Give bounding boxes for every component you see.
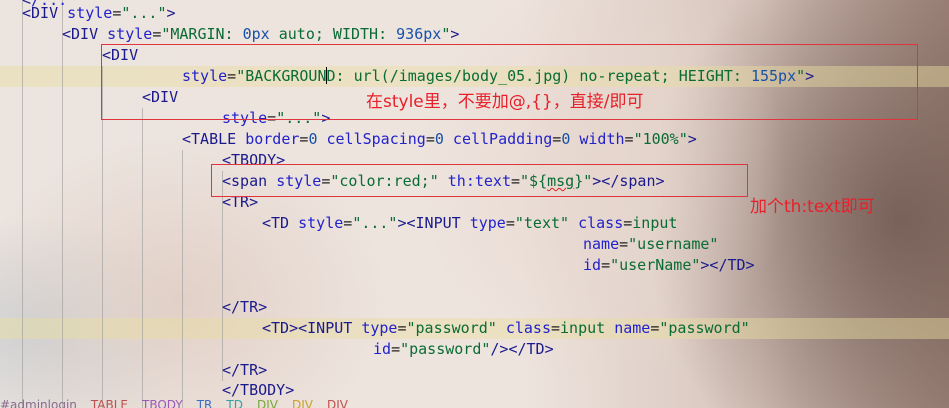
indent-guide: [182, 150, 183, 408]
tag-close: ></TD>: [700, 256, 755, 274]
tag-close: >: [166, 4, 176, 22]
annotation-note-thtext: 加个th:text即可: [750, 197, 875, 217]
equals: =: [391, 340, 401, 358]
value: "...": [121, 4, 167, 22]
equals: =: [601, 256, 611, 274]
code-line: <TD><INPUT type="password" class=input n…: [262, 318, 750, 339]
value: "MARGIN:: [161, 25, 243, 43]
attr: style: [67, 4, 113, 22]
value: ": [441, 25, 451, 43]
value: "password": [659, 319, 750, 337]
indent-guide: [22, 0, 23, 408]
equals: =: [623, 214, 633, 232]
number: 0: [561, 130, 571, 148]
value: "text": [514, 214, 570, 232]
attr: style: [107, 25, 153, 43]
breadcrumb: #adminlogin TABLE TBODY TR TD DIV DIV DIV: [0, 398, 949, 408]
attr: name: [583, 235, 620, 253]
value: "userName": [610, 256, 701, 274]
breadcrumb-item[interactable]: TBODY: [142, 398, 183, 408]
number: 0px: [242, 25, 270, 43]
equals: =: [425, 130, 435, 148]
attr: border: [245, 130, 300, 148]
equals: =: [343, 214, 353, 232]
equals: =: [112, 4, 122, 22]
equals: =: [552, 130, 562, 148]
indent-guide: [142, 108, 143, 408]
code-line: <DIV style="...">: [22, 3, 176, 24]
attr: style: [298, 214, 344, 232]
value: auto; WIDTH:: [269, 25, 397, 43]
attr: cellPadding: [443, 130, 553, 148]
tag: <TD: [262, 214, 299, 232]
equals: =: [624, 130, 634, 148]
equals: =: [152, 25, 162, 43]
attr: type: [361, 319, 398, 337]
annotation-note-style: 在style里，不要加@,{}，直接/即可: [366, 92, 644, 112]
breadcrumb-item[interactable]: DIV: [257, 398, 278, 408]
tag-close: /></TD>: [490, 340, 554, 358]
equals: =: [551, 319, 561, 337]
attr: name: [605, 319, 651, 337]
number: 0: [434, 130, 444, 148]
code-line: id="password"/></TD>: [373, 339, 554, 360]
breadcrumb-item[interactable]: #adminlogin: [0, 398, 77, 408]
tag-close: >: [687, 130, 697, 148]
tag: </TR>: [222, 298, 268, 316]
code-line: </TR>: [222, 360, 267, 381]
breadcrumb-item[interactable]: DIV: [292, 398, 313, 408]
attr: width: [570, 130, 625, 148]
value: "100%": [633, 130, 688, 148]
number: 936px: [396, 25, 442, 43]
code-line: id="userName"></TD>: [583, 255, 755, 276]
tag: <DIV: [62, 25, 108, 43]
tag: <TABLE: [182, 130, 246, 148]
value: "password": [400, 340, 491, 358]
value: input: [632, 214, 678, 232]
tag: ><INPUT: [397, 214, 470, 232]
breadcrumb-item[interactable]: TR: [197, 398, 213, 408]
attr: class: [569, 214, 624, 232]
tag-close: >: [450, 25, 460, 43]
indent-guide: [62, 0, 63, 408]
attr: type: [469, 214, 506, 232]
equals: =: [619, 235, 629, 253]
tag: <TD><INPUT: [262, 319, 362, 337]
value: input: [560, 319, 606, 337]
code-line: name="username": [583, 234, 718, 255]
code-line: <TABLE border=0 cellSpacing=0 cellPaddin…: [182, 129, 697, 150]
value: "password": [406, 319, 497, 337]
equals: =: [397, 319, 407, 337]
value: "...": [352, 214, 398, 232]
breadcrumb-item[interactable]: TD: [226, 398, 243, 408]
code-line: <DIV style="MARGIN: 0px auto; WIDTH: 936…: [62, 24, 459, 45]
tag: </TBODY>: [222, 381, 295, 399]
attr: cellSpacing: [317, 130, 426, 148]
code-line: </TR>: [222, 297, 267, 318]
breadcrumb-item[interactable]: TABLE: [91, 398, 128, 408]
code-editor[interactable]: </... <DIV style="..."> <DIV style="MARG…: [0, 0, 949, 408]
tag: </TR>: [222, 361, 268, 379]
value: "username": [628, 235, 719, 253]
attr: class: [496, 319, 551, 337]
tag: <DIV: [22, 4, 68, 22]
attr: id: [583, 256, 602, 274]
code-line: <TD style="..."><INPUT type="text" class…: [262, 213, 677, 234]
annotation-box-thtext: [211, 164, 748, 197]
equals: =: [505, 214, 515, 232]
attr: id: [373, 340, 392, 358]
breadcrumb-item[interactable]: DIV: [327, 398, 348, 408]
